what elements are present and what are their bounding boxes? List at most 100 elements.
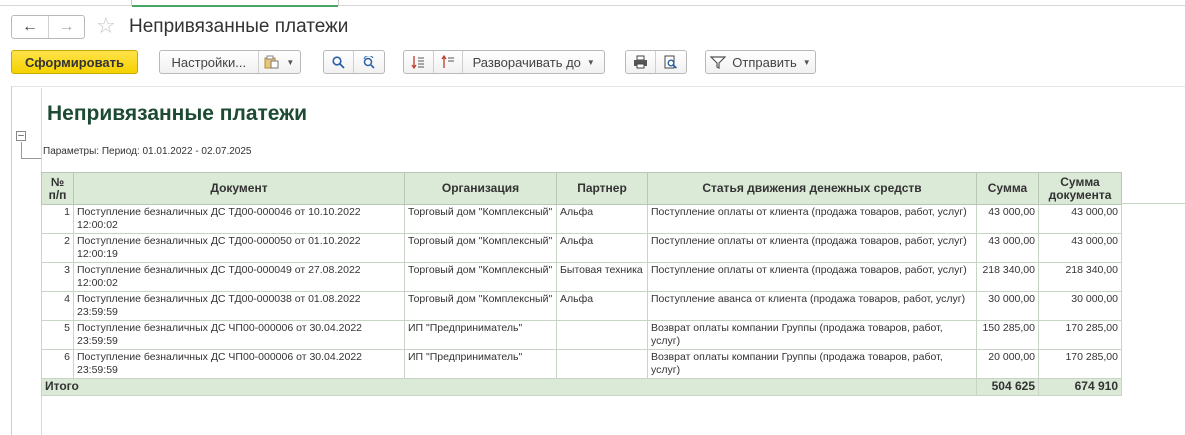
report-title: Непривязанные платежи xyxy=(47,102,307,125)
row-document[interactable]: Поступление безналичных ДС ТД00-000049 о… xyxy=(73,262,405,292)
print-preview-button[interactable] xyxy=(656,51,686,73)
row-sum: 30 000,00 xyxy=(976,291,1039,321)
table-header-row: № п/п Документ Организация Партнер Стать… xyxy=(41,172,1122,205)
table-row[interactable]: 4 Поступление безналичных ДС ТД00-000038 … xyxy=(41,291,1122,321)
expand-all-icon xyxy=(411,56,425,69)
total-label: Итого xyxy=(41,378,977,396)
row-organization: Торговый дом "Комплексный" xyxy=(404,262,557,292)
row-document[interactable]: Поступление безналичных ДС ТД00-000038 о… xyxy=(73,291,405,321)
settings-group: Настройки... ▼ xyxy=(159,50,301,74)
row-partner: Альфа xyxy=(556,291,648,321)
row-partner xyxy=(556,349,648,379)
total-row: Итого 504 625 674 910 xyxy=(41,378,1122,396)
search-group xyxy=(323,50,385,74)
find-button[interactable] xyxy=(324,51,355,73)
row-document[interactable]: Поступление безналичных ДС ЧП00-000006 о… xyxy=(73,349,405,379)
col-header-organization: Организация xyxy=(404,172,557,205)
total-sum: 504 625 xyxy=(976,378,1039,396)
collapse-all-icon xyxy=(441,55,455,68)
settings-button-label: Настройки... xyxy=(171,54,247,70)
find-next-button[interactable] xyxy=(354,51,384,73)
table-row[interactable]: 6 Поступление безналичных ДС ЧП00-000006 … xyxy=(41,349,1122,379)
chevron-down-icon: ▼ xyxy=(586,57,595,67)
row-doc-sum: 170 285,00 xyxy=(1038,320,1122,350)
row-sum: 43 000,00 xyxy=(976,204,1039,234)
settings-button[interactable]: Настройки... xyxy=(160,51,259,73)
row-article: Возврат оплаты компании Группы (продажа … xyxy=(647,349,977,379)
col-header-doc-sum: Сумма документа xyxy=(1038,172,1122,205)
row-organization: ИП "Предприниматель" xyxy=(404,320,557,350)
row-document[interactable]: Поступление безналичных ДС ЧП00-000006 о… xyxy=(73,320,405,350)
divider xyxy=(1121,203,1185,204)
row-partner xyxy=(556,320,648,350)
print-group xyxy=(625,50,687,74)
sort-asc-button[interactable] xyxy=(434,51,464,73)
send-button-label: Отправить xyxy=(732,54,797,70)
send-icon xyxy=(710,56,727,69)
generate-button-label: Сформировать xyxy=(24,54,125,70)
table-row[interactable]: 5 Поступление безналичных ДС ЧП00-000006 … xyxy=(41,320,1122,350)
row-number: 1 xyxy=(41,204,74,234)
table-row[interactable]: 2 Поступление безналичных ДС ТД00-000050 … xyxy=(41,233,1122,263)
table-row[interactable]: 3 Поступление безналичных ДС ТД00-000049 … xyxy=(41,262,1122,292)
row-partner: Альфа xyxy=(556,204,648,234)
expand-to-dropdown[interactable]: Разворачивать до ▼ xyxy=(463,51,604,73)
collapse-group-icon[interactable]: – xyxy=(16,131,26,141)
report-variant-icon xyxy=(264,55,279,69)
total-doc-sum: 674 910 xyxy=(1038,378,1122,396)
row-sum: 43 000,00 xyxy=(976,233,1039,263)
row-doc-sum: 218 340,00 xyxy=(1038,262,1122,292)
tab-strip xyxy=(0,0,1185,7)
table-row[interactable]: 1 Поступление безналичных ДС ТД00-000046 … xyxy=(41,204,1122,234)
col-header-document: Документ xyxy=(73,172,405,205)
tab-active[interactable] xyxy=(131,0,339,7)
sort-desc-button[interactable] xyxy=(404,51,434,73)
printer-icon xyxy=(634,55,647,69)
row-doc-sum: 43 000,00 xyxy=(1038,233,1122,263)
row-sum: 20 000,00 xyxy=(976,349,1039,379)
row-partner: Бытовая техника xyxy=(556,262,648,292)
expand-group: Разворачивать до ▼ xyxy=(403,50,605,74)
expand-to-label: Разворачивать до xyxy=(472,54,581,70)
row-organization: Торговый дом "Комплексный" xyxy=(404,291,557,321)
row-number: 6 xyxy=(41,349,74,379)
row-article: Поступление оплаты от клиента (продажа т… xyxy=(647,233,977,263)
row-number: 3 xyxy=(41,262,74,292)
row-article: Возврат оплаты компании Группы (продажа … xyxy=(647,320,977,350)
col-header-article: Статья движения денежных средств xyxy=(647,172,977,205)
send-button[interactable]: Отправить ▼ xyxy=(705,50,816,74)
favorite-star-icon[interactable]: ☆ xyxy=(96,14,116,38)
row-number: 4 xyxy=(41,291,74,321)
row-doc-sum: 170 285,00 xyxy=(1038,349,1122,379)
row-number: 2 xyxy=(41,233,74,263)
row-partner: Альфа xyxy=(556,233,648,263)
row-doc-sum: 43 000,00 xyxy=(1038,204,1122,234)
print-preview-icon xyxy=(664,55,678,69)
chevron-down-icon: ▼ xyxy=(802,57,811,67)
row-sum: 218 340,00 xyxy=(976,262,1039,292)
chevron-down-icon: ▼ xyxy=(286,57,295,67)
forward-button[interactable]: → xyxy=(47,16,84,38)
generate-button[interactable]: Сформировать xyxy=(11,50,138,74)
row-document[interactable]: Поступление безналичных ДС ТД00-000050 о… xyxy=(73,233,405,263)
report-table: № п/п Документ Организация Партнер Стать… xyxy=(41,172,1122,396)
search-icon xyxy=(332,55,345,69)
row-number: 5 xyxy=(41,320,74,350)
group-connector xyxy=(21,158,41,159)
row-organization: Торговый дом "Комплексный" xyxy=(404,233,557,263)
variant-button[interactable]: ▼ xyxy=(259,51,300,73)
print-button[interactable] xyxy=(626,51,657,73)
group-connector xyxy=(21,142,22,158)
col-header-sum: Сумма xyxy=(976,172,1039,205)
row-article: Поступление оплаты от клиента (продажа т… xyxy=(647,204,977,234)
row-article: Поступление аванса от клиента (продажа т… xyxy=(647,291,977,321)
row-doc-sum: 30 000,00 xyxy=(1038,291,1122,321)
arrow-right-icon: → xyxy=(58,18,75,35)
back-button[interactable]: ← xyxy=(12,16,48,38)
search-next-icon xyxy=(363,55,375,69)
page-title: Непривязанные платежи xyxy=(129,16,349,37)
col-header-partner: Партнер xyxy=(556,172,648,205)
row-sum: 150 285,00 xyxy=(976,320,1039,350)
arrow-left-icon: ← xyxy=(21,18,38,35)
row-document[interactable]: Поступление безналичных ДС ТД00-000046 о… xyxy=(73,204,405,234)
